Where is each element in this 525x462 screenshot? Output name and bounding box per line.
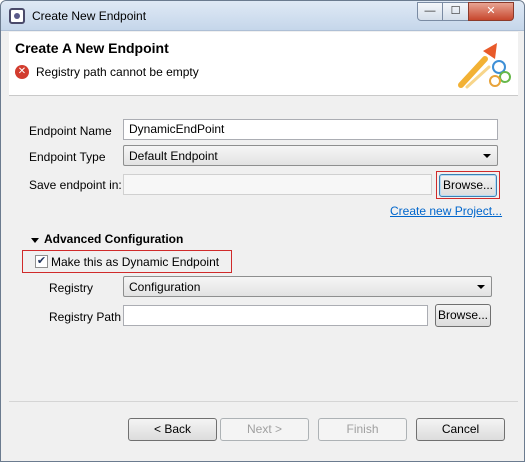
registry-value: Configuration [129, 280, 201, 294]
error-message: Registry path cannot be empty [36, 65, 199, 79]
wizard-banner-icon [458, 43, 511, 89]
back-button[interactable]: < Back [128, 418, 217, 441]
footer-divider [9, 401, 518, 402]
finish-button[interactable]: Finish [318, 418, 407, 441]
save-in-label: Save endpoint in: [29, 178, 122, 192]
chevron-down-icon [483, 154, 491, 158]
wizard-header: Create A New Endpoint ✕ Registry path ca… [9, 32, 518, 96]
next-button[interactable]: Next > [220, 418, 309, 441]
error-icon: ✕ [15, 65, 29, 79]
create-new-project-link[interactable]: Create new Project... [390, 204, 502, 218]
chevron-down-icon [477, 285, 485, 289]
endpoint-type-value: Default Endpoint [129, 149, 218, 163]
minimize-button[interactable]: — [417, 2, 443, 21]
registry-path-label: Registry Path [49, 310, 122, 324]
close-button[interactable]: ✕ [468, 2, 514, 21]
collapse-toggle-icon[interactable] [31, 238, 39, 243]
dynamic-endpoint-checkbox[interactable]: ✔ [35, 255, 48, 268]
dialog-window: Create New Endpoint — ☐ ✕ Create A New E… [0, 0, 525, 462]
page-title: Create A New Endpoint [15, 40, 169, 56]
registry-path-browse-button[interactable]: Browse... [435, 304, 491, 327]
maximize-button[interactable]: ☐ [442, 2, 469, 21]
endpoint-type-select[interactable]: Default Endpoint [123, 145, 498, 166]
cancel-button[interactable]: Cancel [416, 418, 505, 441]
endpoint-type-label: Endpoint Type [29, 150, 106, 164]
dynamic-endpoint-label[interactable]: Make this as Dynamic Endpoint [51, 255, 219, 269]
advanced-configuration-title[interactable]: Advanced Configuration [44, 232, 183, 246]
app-icon [9, 8, 25, 24]
title-bar[interactable]: Create New Endpoint — ☐ ✕ [1, 1, 524, 31]
save-in-input[interactable] [123, 174, 432, 195]
registry-select[interactable]: Configuration [123, 276, 492, 297]
endpoint-name-input[interactable]: DynamicEndPoint [123, 119, 498, 140]
window-title: Create New Endpoint [32, 9, 147, 23]
registry-path-input[interactable] [123, 305, 428, 326]
endpoint-name-label: Endpoint Name [29, 124, 112, 138]
registry-label: Registry [49, 281, 94, 295]
save-in-browse-button[interactable]: Browse... [439, 174, 497, 197]
